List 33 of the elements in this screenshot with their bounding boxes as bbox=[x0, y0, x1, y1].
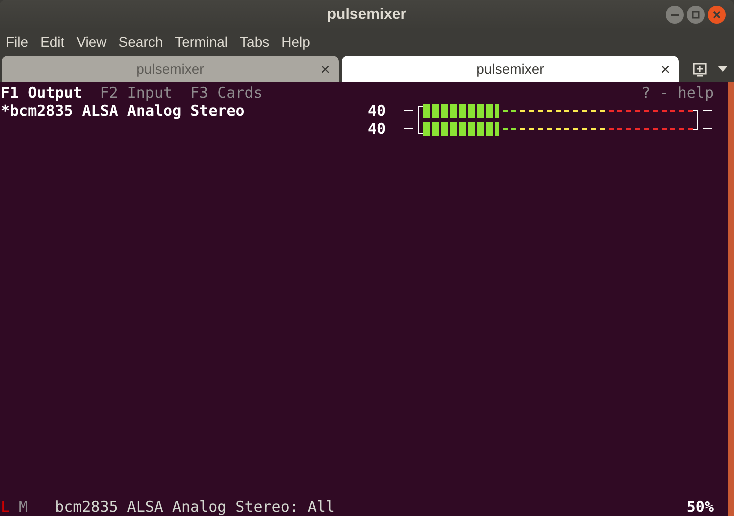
new-tab-icon[interactable] bbox=[692, 61, 708, 77]
volume-reading: 40 bbox=[368, 120, 388, 138]
close-button[interactable] bbox=[708, 6, 726, 24]
minimize-button[interactable] bbox=[666, 6, 684, 24]
volume-reading: 40 bbox=[368, 102, 388, 120]
scrollbar[interactable] bbox=[728, 82, 734, 516]
minimize-icon bbox=[671, 14, 679, 16]
view-tab[interactable]: F1 Output bbox=[1, 84, 82, 102]
caret-icon[interactable] bbox=[718, 66, 728, 72]
status-text: bcm2835 ALSA Analog Stereo: All bbox=[55, 498, 336, 516]
device-name[interactable]: *bcm2835 ALSA Analog Stereo bbox=[1, 102, 368, 138]
tab[interactable]: pulsemixer bbox=[342, 56, 679, 82]
window-title: pulsemixer bbox=[327, 4, 407, 25]
menu-item[interactable]: Edit bbox=[40, 32, 65, 53]
volume-percent: 50% bbox=[686, 498, 714, 516]
menu-item[interactable]: File bbox=[6, 32, 29, 53]
close-tab-icon[interactable] bbox=[322, 66, 329, 73]
close-icon bbox=[713, 11, 721, 19]
volume-meter[interactable] bbox=[423, 122, 693, 136]
maximize-icon bbox=[692, 11, 700, 19]
close-tab-icon[interactable] bbox=[662, 66, 669, 73]
view-tab[interactable]: F3 Cards bbox=[190, 84, 263, 102]
menu-item[interactable]: Help bbox=[282, 32, 310, 53]
maximize-button[interactable] bbox=[687, 6, 705, 24]
view-tab[interactable]: F2 Input bbox=[100, 84, 173, 102]
mute-indicator: M bbox=[19, 498, 28, 516]
menu-item[interactable]: Tabs bbox=[240, 32, 270, 53]
menu-item[interactable]: Search bbox=[118, 32, 164, 53]
volume-meter[interactable] bbox=[423, 104, 693, 118]
help-hint: ? - help bbox=[642, 84, 714, 102]
menu-item[interactable]: Terminal bbox=[175, 32, 228, 53]
menu-item[interactable]: View bbox=[76, 32, 107, 53]
lock-indicator: L bbox=[1, 498, 10, 516]
